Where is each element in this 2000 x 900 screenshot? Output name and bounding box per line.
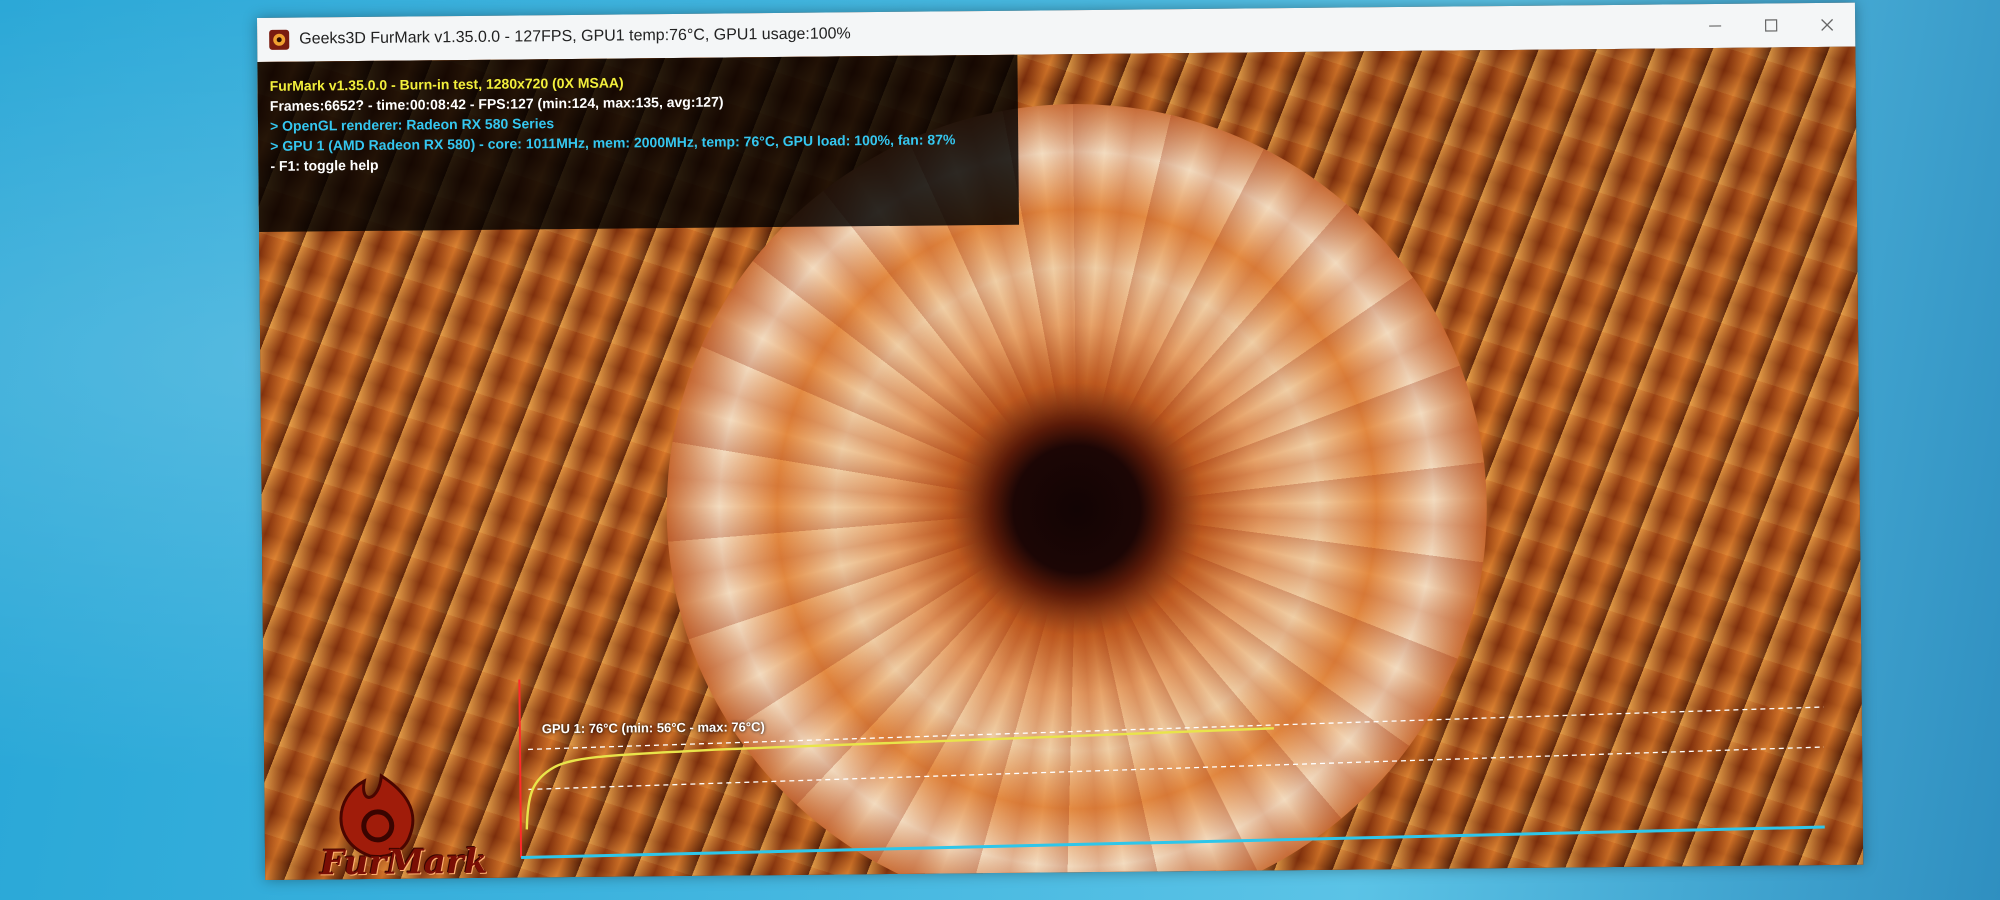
furmark-window[interactable]: Geeks3D FurMark v1.35.0.0 - 127FPS, GPU1… [257, 2, 1864, 880]
render-viewport[interactable]: FurMark v1.35.0.0 - Burn-in test, 1280x7… [257, 46, 1864, 880]
furmark-logo-text: FurMark [319, 841, 488, 880]
temperature-graph-svg [518, 679, 1825, 860]
furmark-app-icon[interactable] [269, 29, 290, 50]
furmark-logo: FurMark [309, 760, 488, 880]
graph-y-axis [518, 679, 523, 858]
gpu-temperature-graph: GPU 1: 76°C (min: 56°C - max: 76°C) [513, 667, 1825, 860]
close-button[interactable] [1799, 3, 1855, 48]
minimize-button[interactable] [1687, 4, 1743, 49]
graph-x-axis [521, 825, 1825, 860]
stats-overlay: FurMark v1.35.0.0 - Burn-in test, 1280x7… [257, 54, 1020, 232]
temperature-graph-label: GPU 1: 76°C (min: 56°C - max: 76°C) [541, 719, 765, 737]
close-icon [1821, 18, 1834, 31]
window-controls [1687, 3, 1855, 49]
maximize-icon [1764, 19, 1778, 32]
window-title: Geeks3D FurMark v1.35.0.0 - 127FPS, GPU1… [299, 25, 851, 48]
temperature-curve [525, 727, 1274, 830]
maximize-button[interactable] [1743, 3, 1799, 48]
graph-min-dashed-line [528, 746, 1825, 791]
minimize-icon [1709, 25, 1722, 27]
